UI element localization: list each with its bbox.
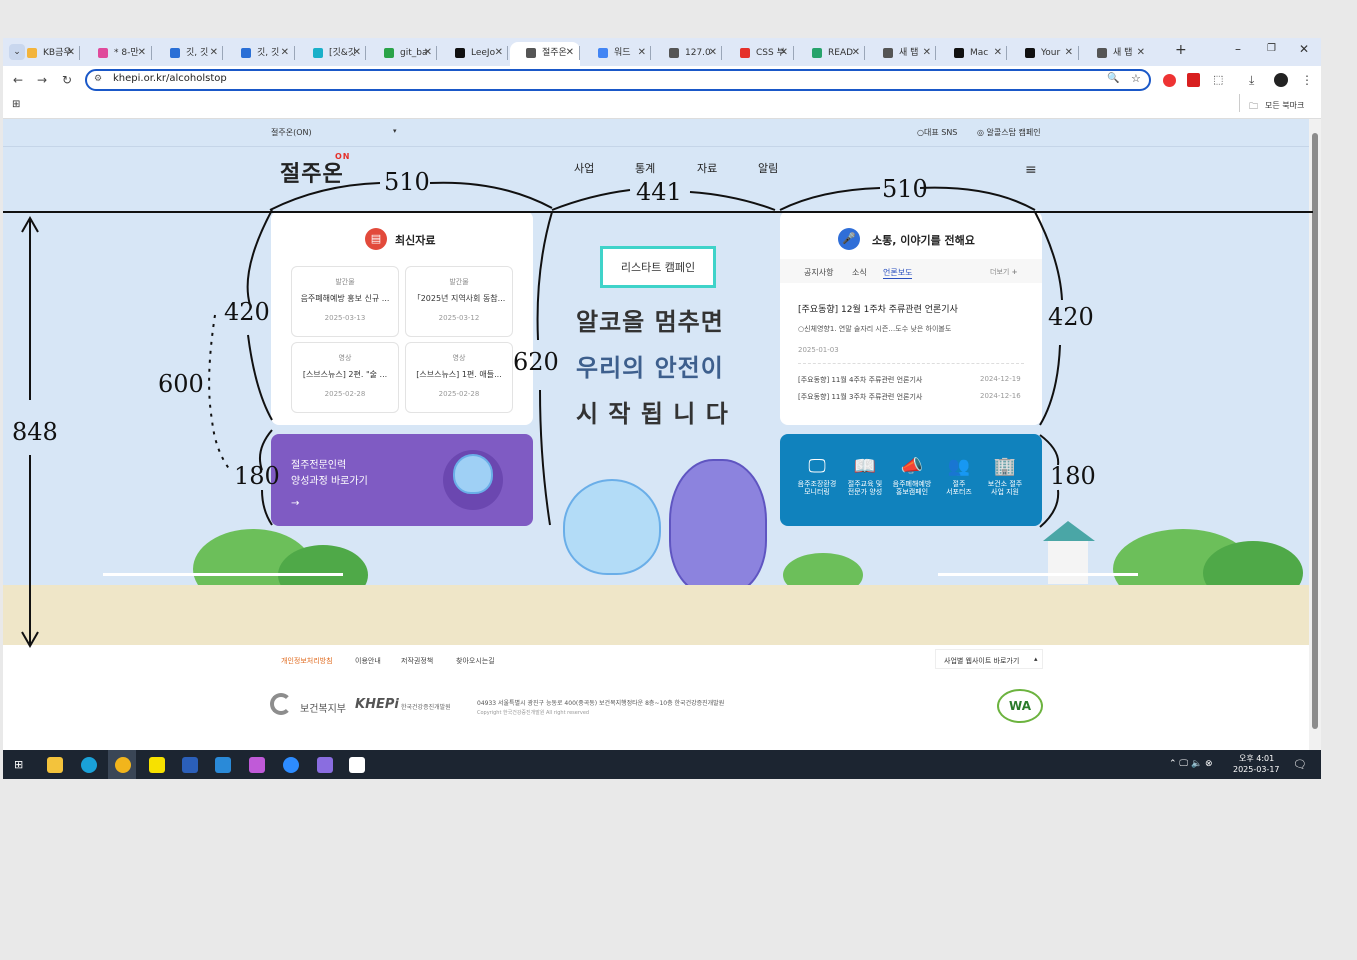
annotation-height-600: 600 [158,370,204,398]
annotation-height-mid: 620 [513,348,559,376]
annotation-dotted-arc [208,314,231,471]
annotation-width-left: 510 [384,168,430,196]
annotation-height-right-bottom: 180 [1050,462,1096,490]
annotation-height-right-top: 420 [1048,303,1094,331]
annotation-width-right: 510 [882,175,928,203]
annotation-width-mid: 441 [636,178,682,206]
annotation-height-left-top: 420 [224,298,270,326]
annotation-height-total: 848 [12,418,58,446]
annotation-height-left-bottom: 180 [234,462,280,490]
annotation-overlay [3,181,1313,649]
